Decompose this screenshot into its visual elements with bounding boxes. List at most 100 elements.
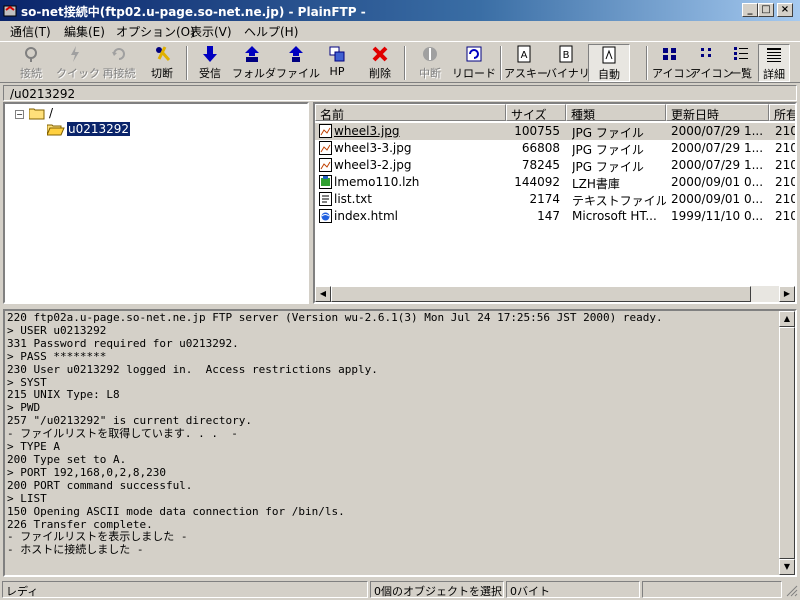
status-bar: レディ 0個のオブジェクトを選択 0バイト	[0, 579, 800, 600]
quick-icon	[71, 46, 79, 62]
column-header-name[interactable]: 名前	[315, 104, 506, 121]
vertical-scrollbar[interactable]: ▲ ▼	[779, 311, 795, 575]
upload-folder-icon	[245, 46, 259, 62]
download-arrow-icon	[203, 46, 217, 62]
reconnect-button[interactable]: 再接続	[96, 44, 142, 82]
scroll-down-button[interactable]: ▼	[779, 559, 795, 575]
file-row[interactable]: list.txt 2174 テキストファイル 2000/09/01 0... 2…	[315, 191, 795, 208]
tree-item-root[interactable]: − /	[9, 106, 209, 122]
log-line: > LIST	[7, 491, 47, 505]
close-button[interactable]: ×	[777, 3, 793, 17]
svg-text:A: A	[521, 50, 528, 61]
file-name: lmemo110.lzh	[334, 175, 420, 189]
menu-view[interactable]: 表示(V)	[190, 23, 232, 40]
tree-item-u0213292[interactable]: u0213292	[9, 121, 209, 138]
toolbar-separator	[404, 46, 406, 80]
quick-connect-button[interactable]: クイック	[56, 44, 100, 82]
file-type: JPG ファイル	[572, 160, 644, 174]
size-grip-icon[interactable]	[784, 583, 798, 597]
connect-button[interactable]: 接続	[10, 44, 52, 82]
upload-file-icon	[289, 46, 303, 62]
file-row[interactable]: wheel3.jpg 100755 JPG ファイル 2000/07/29 1.…	[315, 123, 795, 140]
file-type: JPG ファイル	[572, 143, 644, 157]
scroll-left-button[interactable]: ◀	[315, 286, 331, 302]
file-row[interactable]: wheel3-3.jpg 66808 JPG ファイル 2000/07/29 1…	[315, 140, 795, 157]
scroll-thumb[interactable]	[331, 286, 751, 302]
hp-button[interactable]: HP	[320, 44, 354, 82]
auto-mode-button[interactable]: 自動	[588, 44, 630, 82]
file-row[interactable]: lmemo110.lzh 144092 LZH書庫 2000/09/01 0..…	[315, 174, 795, 191]
abort-icon	[423, 47, 437, 61]
ascii-mode-button[interactable]: A アスキー	[504, 44, 548, 82]
reconnect-icon	[112, 48, 125, 60]
menu-help[interactable]: ヘルプ(H)	[244, 23, 298, 40]
column-header-type[interactable]: 種類	[566, 104, 666, 121]
file-type: JPG ファイル	[572, 126, 644, 140]
small-icon-view-button[interactable]: アイコン	[690, 44, 733, 82]
log-line: - ファイルリストを取得しています. . . -	[7, 427, 238, 441]
folder-icon	[29, 108, 45, 120]
file-size: 78245	[521, 158, 560, 172]
large-icon-view-button[interactable]: アイコン	[652, 44, 695, 82]
scroll-right-button[interactable]: ▶	[779, 286, 795, 302]
log-line: 331 Password required for u0213292.	[7, 336, 239, 350]
file-name: wheel3-2.jpg	[334, 158, 412, 172]
abort-button[interactable]: 中断	[410, 44, 450, 82]
disconnect-button[interactable]: 切断	[144, 44, 180, 82]
file-owner: 210	[775, 141, 795, 155]
file-name: wheel3.jpg	[334, 124, 400, 138]
list-view-icon	[734, 47, 748, 60]
menu-options[interactable]: オプション(O)	[116, 23, 195, 40]
log-line: > PASS ********	[7, 349, 107, 363]
file-size: 2174	[529, 192, 560, 206]
file-date: 2000/07/29 1...	[671, 141, 764, 155]
connect-icon	[25, 47, 37, 62]
tree-expander[interactable]: −	[15, 110, 24, 119]
menu-edit[interactable]: 編集(E)	[64, 23, 105, 40]
file-row[interactable]: wheel3-2.jpg 78245 JPG ファイル 2000/07/29 1…	[315, 157, 795, 174]
delete-button[interactable]: 削除	[362, 44, 398, 82]
binary-mode-button[interactable]: B バイナリ	[546, 44, 590, 82]
minimize-button[interactable]: _	[742, 3, 758, 17]
maximize-button[interactable]: □	[758, 3, 774, 17]
column-header-size[interactable]: サイズ	[506, 104, 566, 121]
file-date: 1999/11/10 0...	[671, 209, 764, 223]
file-size: 147	[537, 209, 560, 223]
toolbar-separator	[186, 46, 188, 80]
toolbar-separator	[646, 46, 648, 80]
file-name: list.txt	[334, 192, 372, 206]
tree-label-folder: u0213292	[65, 121, 132, 137]
file-owner: 210	[775, 175, 795, 189]
upload-file-button[interactable]: ファイル	[276, 44, 320, 82]
horizontal-scrollbar[interactable]: ◀ ▶	[315, 286, 795, 302]
directory-tree[interactable]: − / u0213292	[3, 102, 309, 304]
session-log[interactable]: 220 ftp02a.u-page.so-net.ne.jp FTP serve…	[3, 309, 797, 577]
file-list[interactable]: 名前 サイズ 種類 更新日時 所有 wheel3.jpg 100755 JPG …	[313, 102, 797, 304]
image-file-icon	[319, 124, 332, 138]
file-type: Microsoft HT...	[572, 209, 657, 223]
disconnect-icon	[156, 46, 171, 61]
details-view-button[interactable]: 詳細	[758, 44, 790, 82]
current-path: /u0213292	[10, 87, 76, 101]
reload-button[interactable]: リロード	[452, 44, 496, 82]
status-ready: レディ	[2, 581, 368, 598]
file-row[interactable]: index.html 147 Microsoft HT... 1999/11/1…	[315, 208, 795, 225]
status-selection-count: 0個のオブジェクトを選択	[370, 581, 504, 598]
html-file-icon	[319, 209, 332, 223]
log-line: 230 User u0213292 logged in. Access rest…	[7, 362, 378, 376]
title-bar[interactable]: so-net接続中(ftp02.u-page.so-net.ne.jp) - P…	[0, 0, 800, 21]
upload-folder-button[interactable]: フォルダ	[232, 44, 276, 82]
receive-button[interactable]: 受信	[192, 44, 228, 82]
scroll-up-button[interactable]: ▲	[779, 311, 795, 327]
column-header-owner[interactable]: 所有	[769, 104, 795, 121]
list-view-button[interactable]: 一覧	[726, 44, 756, 82]
file-owner: 210	[775, 124, 795, 138]
column-header-modified[interactable]: 更新日時	[666, 104, 769, 121]
app-icon	[3, 5, 17, 17]
binary-doc-icon: B	[559, 45, 573, 63]
scroll-thumb[interactable]	[779, 327, 795, 559]
menu-communication[interactable]: 通信(T)	[10, 23, 51, 40]
file-name: index.html	[334, 209, 398, 223]
file-type: テキストファイル	[572, 194, 666, 208]
path-bar: /u0213292	[3, 85, 797, 101]
